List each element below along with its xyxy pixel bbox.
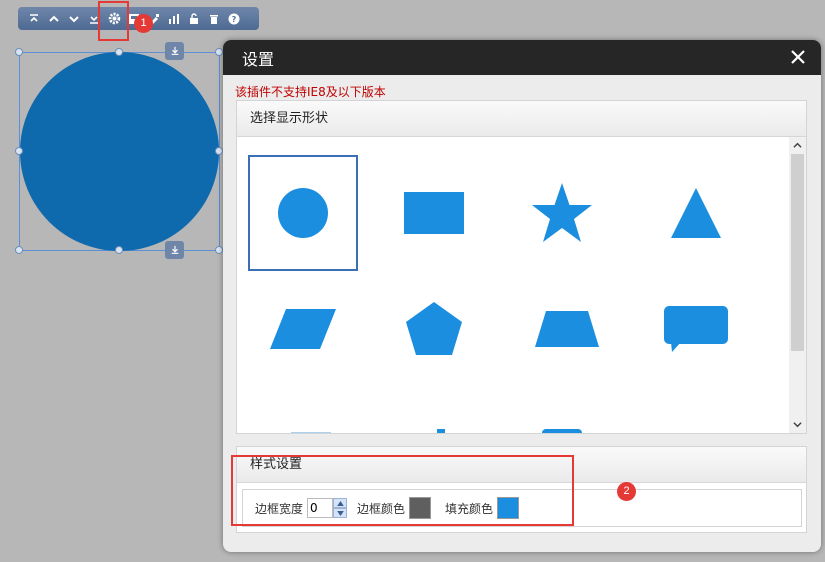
shape-panel-title: 选择显示形状 (237, 101, 806, 137)
shape-option-partial[interactable] (437, 429, 445, 433)
shape-option-partial[interactable] (291, 432, 331, 433)
unlock-icon (190, 12, 198, 24)
help-button[interactable]: ? (224, 9, 244, 29)
lock-button[interactable] (184, 9, 204, 29)
chevron-up-icon (793, 142, 802, 148)
pentagon-shape-icon (406, 302, 462, 355)
shape-grid-scrollbar[interactable] (789, 137, 806, 433)
move-up-icon (49, 15, 59, 22)
shape-option-trapezoid[interactable] (512, 271, 622, 387)
compatibility-warning: 该插件不支持IE8及以下版本 (235, 85, 386, 99)
move-down-icon (69, 15, 79, 22)
dialog-header: 设置 (223, 40, 821, 75)
resize-handle-bottom-left[interactable] (15, 246, 23, 254)
shape-option-speech-bubble[interactable] (641, 271, 751, 387)
settings-highlight-box (98, 1, 129, 41)
shape-option-circle[interactable] (248, 155, 358, 271)
shape-option-rectangle[interactable] (379, 155, 489, 271)
shape-option-pentagon[interactable] (379, 271, 489, 387)
svg-text:?: ? (232, 15, 237, 24)
chart-button[interactable] (164, 9, 184, 29)
parallelogram-shape-icon (270, 309, 336, 349)
close-icon[interactable] (789, 48, 807, 66)
speech-bubble-shape-icon (664, 306, 728, 352)
resize-handle-top[interactable] (115, 48, 123, 56)
scroll-down-button[interactable] (789, 416, 806, 433)
trapezoid-shape-icon (535, 311, 599, 347)
shape-panel: 选择显示形状 (236, 100, 807, 434)
shape-option-triangle[interactable] (641, 155, 751, 271)
shape-option-parallelogram[interactable] (248, 271, 358, 387)
move-top-button[interactable] (24, 9, 44, 29)
triangle-shape-icon (671, 188, 721, 238)
step-badge-2: 2 (617, 482, 636, 501)
resize-handle-left[interactable] (15, 147, 23, 155)
move-down-button[interactable] (64, 9, 84, 29)
rectangle-shape-icon (404, 192, 464, 234)
resize-handle-top-left[interactable] (15, 48, 23, 56)
resize-handle-top-right[interactable] (215, 48, 223, 56)
canvas-circle-shape[interactable] (20, 52, 219, 251)
delete-button[interactable] (204, 9, 224, 29)
chart-icon (169, 13, 179, 24)
shape-option-partial[interactable] (542, 429, 582, 433)
download-icon (171, 46, 178, 55)
download-icon (171, 245, 178, 254)
move-top-icon (30, 13, 38, 22)
star-shape-icon (532, 183, 592, 242)
move-up-button[interactable] (44, 9, 64, 29)
trash-icon (210, 14, 218, 24)
resize-handle-bottom[interactable] (115, 246, 123, 254)
scrollbar-thumb[interactable] (791, 154, 804, 351)
style-highlight-box (231, 455, 574, 526)
anchor-bottom-button[interactable] (165, 241, 184, 259)
circle-shape-icon (278, 188, 328, 238)
shape-grid (237, 137, 790, 433)
resize-handle-bottom-right[interactable] (215, 246, 223, 254)
resize-handle-right[interactable] (215, 147, 223, 155)
chevron-down-icon (793, 422, 802, 428)
shape-option-star[interactable] (507, 155, 617, 271)
help-icon: ? (228, 13, 240, 24)
step-badge-1: 1 (134, 14, 153, 33)
dialog-title: 设置 (242, 49, 275, 69)
scroll-up-button[interactable] (789, 137, 806, 154)
anchor-top-button[interactable] (165, 42, 184, 60)
